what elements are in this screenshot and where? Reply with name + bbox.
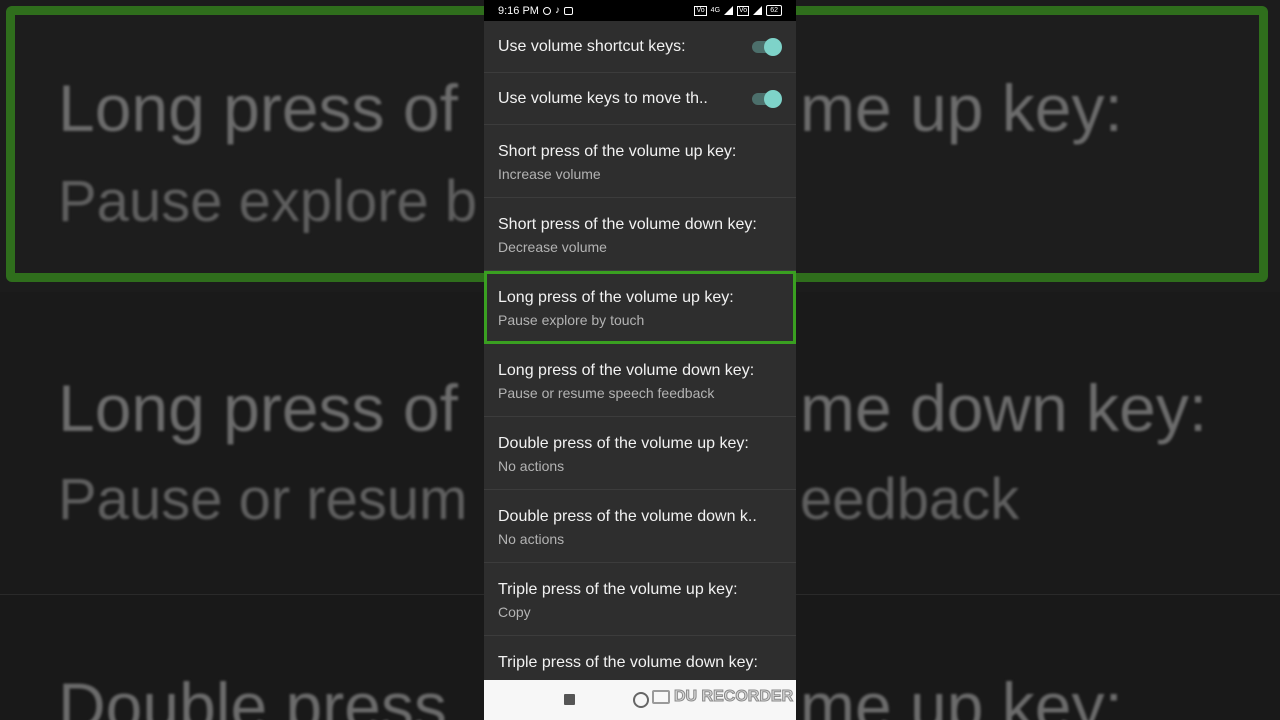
setting-title: Triple press of the volume up key: — [498, 581, 738, 598]
tiktok-icon: ♪ — [554, 5, 560, 16]
setting-value: No actions — [498, 531, 565, 547]
status-time: 9:16 PM — [498, 4, 539, 17]
setting-double-press-up[interactable]: Double press of the volume up key: No ac… — [484, 417, 796, 490]
setting-double-press-down[interactable]: Double press of the volume down k.. No a… — [484, 490, 796, 563]
setting-title: Long press of the volume up key: — [498, 289, 734, 306]
toggle-label: Use volume shortcut keys: — [498, 37, 686, 55]
setting-title: Short press of the volume down key: — [498, 216, 757, 233]
battery-indicator: 62 — [766, 5, 782, 16]
setting-triple-press-up[interactable]: Triple press of the volume up key: Copy — [484, 563, 796, 636]
setting-title: Short press of the volume up key: — [498, 143, 737, 160]
switch-knob — [764, 89, 782, 108]
signal-icon — [724, 6, 734, 15]
setting-value: Increase volume — [498, 166, 601, 182]
settings-list: Use volume shortcut keys: Use volume key… — [484, 21, 796, 709]
setting-title: Long press of the volume down key: — [498, 362, 755, 379]
switch-knob — [764, 37, 782, 56]
bg-line1-title-right: me up key: — [800, 71, 1123, 145]
camera-icon — [652, 689, 670, 704]
setting-title: Double press of the volume up key: — [498, 435, 749, 452]
whatsapp-icon — [542, 6, 551, 15]
bg-line3-title: Double press — [58, 669, 447, 720]
network-type: 4G — [710, 7, 721, 14]
toggle-label: Use volume keys to move th.. — [498, 89, 708, 107]
setting-short-press-down[interactable]: Short press of the volume down key: Decr… — [484, 198, 796, 271]
bg-line2-title-right: me down key: — [800, 371, 1208, 445]
bg-line1-sub: Pause explore b — [58, 169, 478, 234]
toggle-row-volume-shortcut[interactable]: Use volume shortcut keys: — [484, 21, 796, 73]
video-icon — [563, 6, 573, 15]
toggle-row-volume-move[interactable]: Use volume keys to move th.. — [484, 73, 796, 125]
volume-shortcut-switch[interactable] — [752, 37, 782, 56]
recorder-watermark: DU RECORDER — [652, 688, 794, 706]
navigation-bar: DU RECORDER — [484, 680, 796, 720]
setting-value: Copy — [498, 604, 531, 620]
setting-value: Pause or resume speech feedback — [498, 385, 715, 401]
setting-value: No actions — [498, 458, 565, 474]
setting-long-press-down[interactable]: Long press of the volume down key: Pause… — [484, 344, 796, 417]
recents-button[interactable] — [564, 694, 575, 705]
setting-title: Triple press of the volume down key: — [498, 654, 758, 671]
signal-icon-2 — [753, 6, 763, 15]
volte-icon: Vo — [694, 5, 707, 16]
watermark-text: DU RECORDER — [673, 688, 794, 706]
setting-value: Decrease volume — [498, 239, 607, 255]
bg-line2-sub-right: eedback — [800, 467, 1020, 532]
setting-value: Pause explore by touch — [498, 312, 645, 328]
setting-long-press-up[interactable]: Long press of the volume up key: Pause e… — [484, 271, 796, 344]
volte-icon-2: Vo — [737, 5, 750, 16]
bg-line2-sub: Pause or resum — [58, 467, 468, 532]
setting-title: Double press of the volume down k.. — [498, 508, 757, 525]
setting-short-press-up[interactable]: Short press of the volume up key: Increa… — [484, 125, 796, 198]
phone-screen: 9:16 PM ♪ Vo 4G Vo 62 Use volume shortcu… — [484, 0, 796, 720]
bg-line3-title-right: me up key: — [800, 669, 1123, 720]
volume-move-switch[interactable] — [752, 89, 782, 108]
bg-line2-title: Long press of — [58, 371, 458, 445]
status-bar: 9:16 PM ♪ Vo 4G Vo 62 — [484, 0, 796, 21]
home-button[interactable] — [633, 692, 649, 708]
bg-line1-title: Long press of — [58, 71, 458, 145]
